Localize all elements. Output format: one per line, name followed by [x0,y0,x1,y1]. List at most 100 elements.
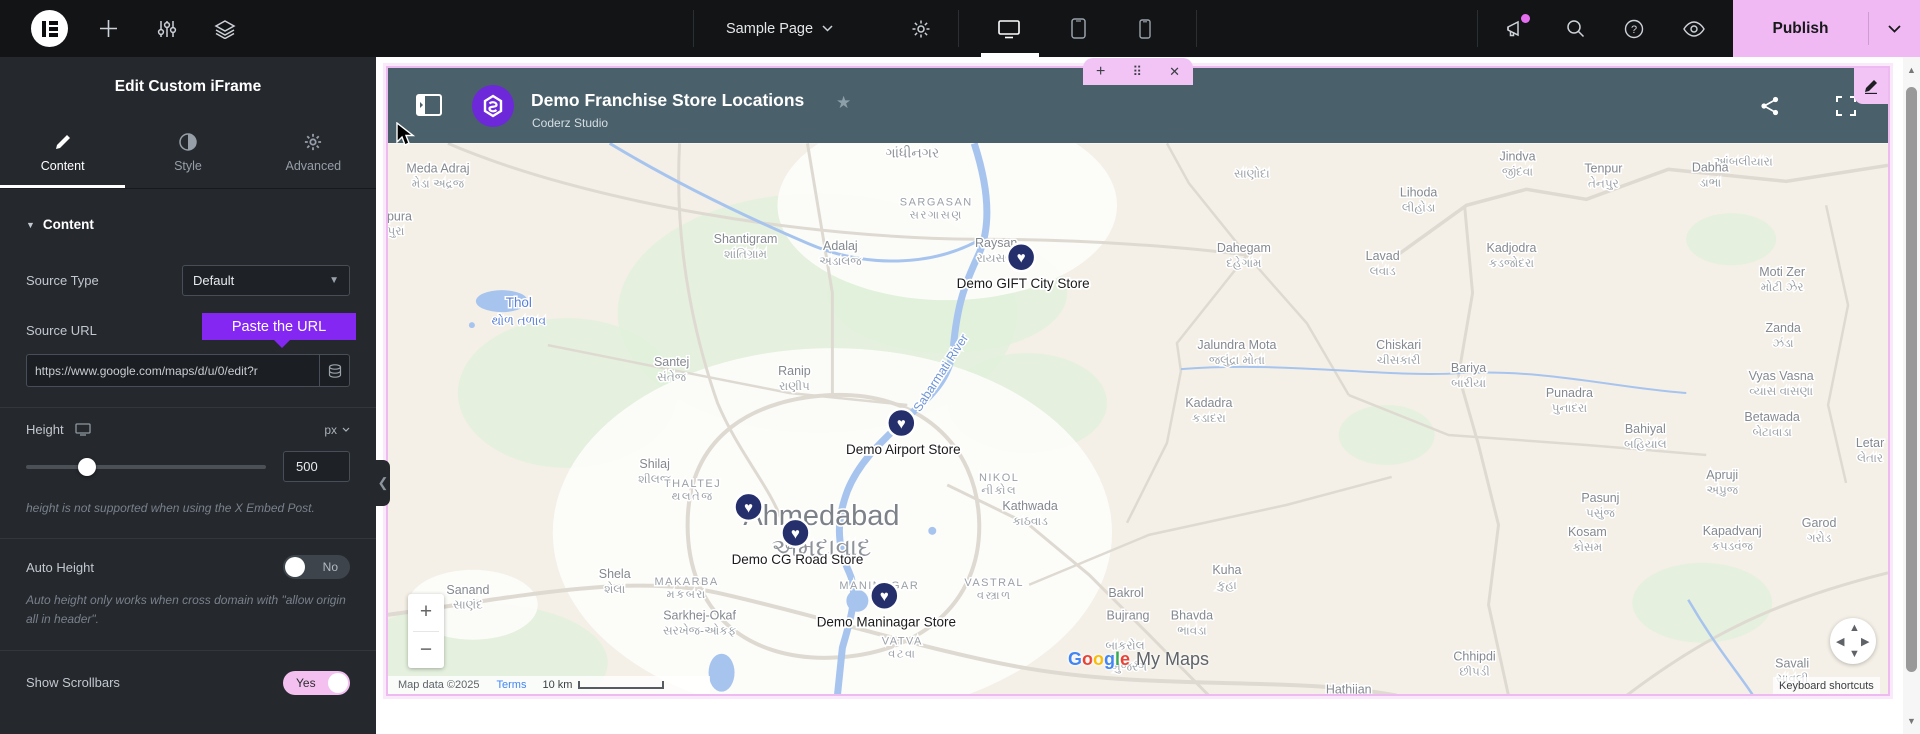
add-element-button[interactable] [88,0,128,57]
gear-icon [912,20,930,37]
map-place-label: લીહોડા [1402,200,1436,214]
source-type-select[interactable]: Default ▼ [182,265,350,296]
store-marker-label: Demo GIFT City Store [957,276,1090,291]
map-share-button[interactable] [1760,96,1780,121]
map-place-label: મોટી ઝેર [1761,280,1804,294]
map-place-label: જીંદવા [1502,164,1533,178]
height-slider-knob[interactable] [78,457,96,476]
widget-handle-toolbar: + ⠿ ✕ [1083,58,1193,85]
panel-collapse-button[interactable]: ❮ [376,460,390,506]
height-value-input[interactable]: 500 [283,451,350,482]
widget-settings-panel: Edit Custom iFrame Content Style Advance… [0,57,376,734]
auto-height-note: Auto height only works when cross domain… [26,593,346,627]
help-button[interactable]: ? [1614,0,1654,57]
store-marker[interactable]: ♥ [886,407,917,439]
map-place-label: લેતાર [1857,451,1883,465]
top-bar: Sample Page ? Publish [0,0,1920,57]
tab-style[interactable]: Style [125,117,250,188]
page-settings-button[interactable] [901,0,941,57]
map-place-label: Jindva [1499,149,1535,163]
zoom-out-button[interactable]: − [408,632,444,669]
google-mymaps-logo[interactable]: Google My Maps [1068,649,1209,670]
map-place-label: અડાલજ [819,254,862,268]
scrollbar-thumb[interactable] [1906,87,1917,672]
widget-drag-handle[interactable]: ⠿ [1132,65,1142,78]
show-scrollbars-toggle[interactable]: Yes [283,670,350,695]
auto-height-label: Auto Height [26,559,94,575]
map-canvas[interactable]: GandhinagarગાંધીનગરSARGASANસરગાસણMeda Ad… [388,143,1888,694]
map-viewport[interactable]: GandhinagarગાંધીનગરSARGASANસરગાસણMeda Ad… [388,143,1888,694]
publish-split-button: Publish [1733,0,1920,57]
publish-options-button[interactable] [1869,0,1920,57]
share-icon [1761,96,1779,116]
tab-content[interactable]: Content [0,117,125,188]
map-place-label: Dahegam [1217,241,1271,255]
scroll-down-arrow[interactable]: ▼ [1903,716,1920,726]
device-desktop-button[interactable] [989,0,1029,57]
map-place-label: Tenpur [1584,161,1622,175]
preview-button[interactable] [1674,0,1714,57]
dynamic-tags-button[interactable] [319,355,349,386]
map-attribution: Map data ©2025 Terms 10 km [388,676,710,694]
whats-new-button[interactable] [1495,0,1535,57]
store-marker[interactable]: ♥ [733,491,764,523]
source-url-input[interactable] [27,363,319,378]
height-slider[interactable] [26,457,266,476]
show-scrollbars-row: Show Scrollbars Yes [26,670,350,695]
map-place-label: Letar [1856,436,1884,450]
style-icon [179,132,197,151]
map-place-label: Vyas Vasna [1749,369,1814,383]
page-scrollbar[interactable]: ▲ ▼ [1903,57,1920,734]
device-mobile-button[interactable] [1125,0,1165,57]
star-icon[interactable]: ★ [836,93,851,113]
map-place-label: Bhavda [1171,609,1213,623]
widget-add-button[interactable]: + [1096,63,1105,80]
zoom-in-button[interactable]: + [408,594,444,631]
custom-iframe-widget[interactable]: Demo Franchise Store Locations ★ Coderz … [386,66,1890,696]
map-place-label: Bujrang [1107,609,1150,623]
widget-delete-button[interactable]: ✕ [1169,65,1180,78]
height-unit-select[interactable]: px [324,423,350,437]
map-place-label: Kosam [1568,525,1607,539]
scroll-up-arrow[interactable]: ▲ [1903,65,1920,75]
store-marker[interactable]: ♥ [780,517,811,549]
finder-search-button[interactable] [1555,0,1595,57]
layers-icon [214,19,236,39]
store-marker[interactable]: ♥ [869,580,900,611]
map-place-label: Adalaj [823,239,858,253]
structure-navigator-button[interactable] [205,0,245,57]
store-marker-label: Demo CG Road Store [732,552,864,567]
paste-url-tooltip: Paste the URL [202,313,356,348]
map-place-label: શેલા [604,582,625,596]
map-place-label: મકબરા [667,589,707,601]
section-content-toggle[interactable]: ▼ Content [26,217,350,232]
keyboard-shortcuts-button[interactable]: Keyboard shortcuts [1773,677,1880,694]
widget-edit-button[interactable] [1854,68,1888,104]
site-settings-button[interactable] [147,0,187,57]
page-selector-label: Sample Page [726,20,814,37]
map-place-label: Bariya [1451,361,1486,375]
terms-link[interactable]: Terms [497,679,527,691]
elementor-logo[interactable] [31,10,68,47]
coderz-studio-logo-icon [483,94,503,118]
pan-down-icon: ▼ [1849,648,1860,660]
map-place-label: છીપડી [1459,665,1489,679]
heart-icon: ♥ [791,525,800,542]
publish-button[interactable]: Publish [1733,0,1868,57]
map-place-label: Pasunj [1581,491,1619,505]
map-fullscreen-button[interactable] [1836,96,1856,121]
google-logo-text: Google [1068,649,1131,669]
responsive-desktop-icon[interactable] [74,423,91,436]
height-row: Height px [26,422,350,437]
auto-height-value: No [322,560,338,575]
map-green-area [1338,405,1435,465]
page-selector[interactable]: Sample Page [726,0,833,57]
map-place-label: Kapadvanj [1703,524,1762,538]
store-marker[interactable]: ♥ [1005,241,1037,273]
auto-height-toggle[interactable]: No [283,555,350,580]
device-tablet-button[interactable] [1058,0,1098,57]
map-sidebar-toggle-button[interactable] [416,94,442,121]
map-owner-avatar[interactable] [472,85,514,127]
tab-advanced[interactable]: Advanced [251,117,376,188]
map-pan-control[interactable]: ▲ ▼ ◀ ▶ [1830,618,1876,664]
